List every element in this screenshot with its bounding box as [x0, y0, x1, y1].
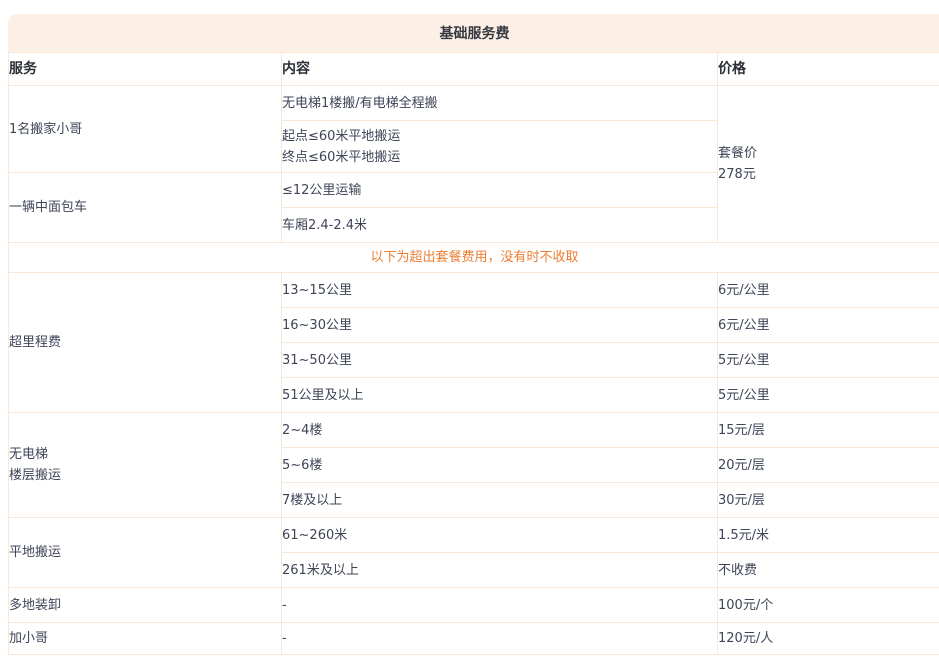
- price-cell: 30元/层: [718, 483, 939, 518]
- content-cell: 5~6楼: [282, 448, 718, 483]
- price-cell: 20元/层: [718, 448, 939, 483]
- content-cell: 51公里及以上: [282, 378, 718, 413]
- table-row: 无电梯 楼层搬运 2~4楼 15元/层: [9, 413, 939, 448]
- table-row: 超里程费 13~15公里 6元/公里: [9, 273, 939, 308]
- header-row: 服务 内容 价格: [9, 53, 939, 86]
- price-cell: 15元/层: [718, 413, 939, 448]
- content-cell: -: [282, 623, 718, 655]
- content-cell: 车厢2.4-2.4米: [282, 208, 718, 243]
- content-cell: 起点≤60米平地搬运 终点≤60米平地搬运: [282, 121, 718, 173]
- content-cell: 7楼及以上: [282, 483, 718, 518]
- notice-text: 以下为超出套餐费用，没有时不收取: [9, 243, 939, 273]
- notice-row: 以下为超出套餐费用，没有时不收取: [9, 243, 939, 273]
- price-cell-package: 套餐价 278元: [718, 86, 939, 243]
- price-cell: 120元/人: [718, 623, 939, 655]
- content-cell: -: [282, 588, 718, 623]
- price-cell: 6元/公里: [718, 308, 939, 343]
- content-cell: 61~260米: [282, 518, 718, 553]
- content-cell: 2~4楼: [282, 413, 718, 448]
- service-cell: 一辆中面包车: [9, 173, 282, 243]
- table-row: 多地装卸 - 100元/个: [9, 588, 939, 623]
- price-cell: 1.5元/米: [718, 518, 939, 553]
- service-cell: 1名搬家小哥: [9, 86, 282, 173]
- column-header-price: 价格: [718, 53, 939, 86]
- price-cell: 5元/公里: [718, 343, 939, 378]
- table-row: 平地搬运 61~260米 1.5元/米: [9, 518, 939, 553]
- table-title: 基础服务费: [8, 14, 939, 52]
- service-cell: 加小哥: [9, 623, 282, 655]
- service-cell: 无电梯 楼层搬运: [9, 413, 282, 518]
- content-cell: 16~30公里: [282, 308, 718, 343]
- column-header-service: 服务: [9, 53, 282, 86]
- price-cell: 不收费: [718, 553, 939, 588]
- pricing-table: 基础服务费 服务 内容 价格 1名搬家小哥 无电梯1楼搬/有电梯全程搬 套餐价 …: [8, 14, 939, 655]
- price-cell: 5元/公里: [718, 378, 939, 413]
- content-cell: 31~50公里: [282, 343, 718, 378]
- price-table: 服务 内容 价格 1名搬家小哥 无电梯1楼搬/有电梯全程搬 套餐价 278元 起…: [8, 52, 939, 655]
- content-cell: 无电梯1楼搬/有电梯全程搬: [282, 86, 718, 121]
- service-cell: 平地搬运: [9, 518, 282, 588]
- table-row: 加小哥 - 120元/人: [9, 623, 939, 655]
- content-cell: 13~15公里: [282, 273, 718, 308]
- service-cell: 多地装卸: [9, 588, 282, 623]
- content-cell: ≤12公里运输: [282, 173, 718, 208]
- table-row: 1名搬家小哥 无电梯1楼搬/有电梯全程搬 套餐价 278元: [9, 86, 939, 121]
- price-cell: 100元/个: [718, 588, 939, 623]
- service-cell: 超里程费: [9, 273, 282, 413]
- content-cell: 261米及以上: [282, 553, 718, 588]
- column-header-content: 内容: [282, 53, 718, 86]
- price-cell: 6元/公里: [718, 273, 939, 308]
